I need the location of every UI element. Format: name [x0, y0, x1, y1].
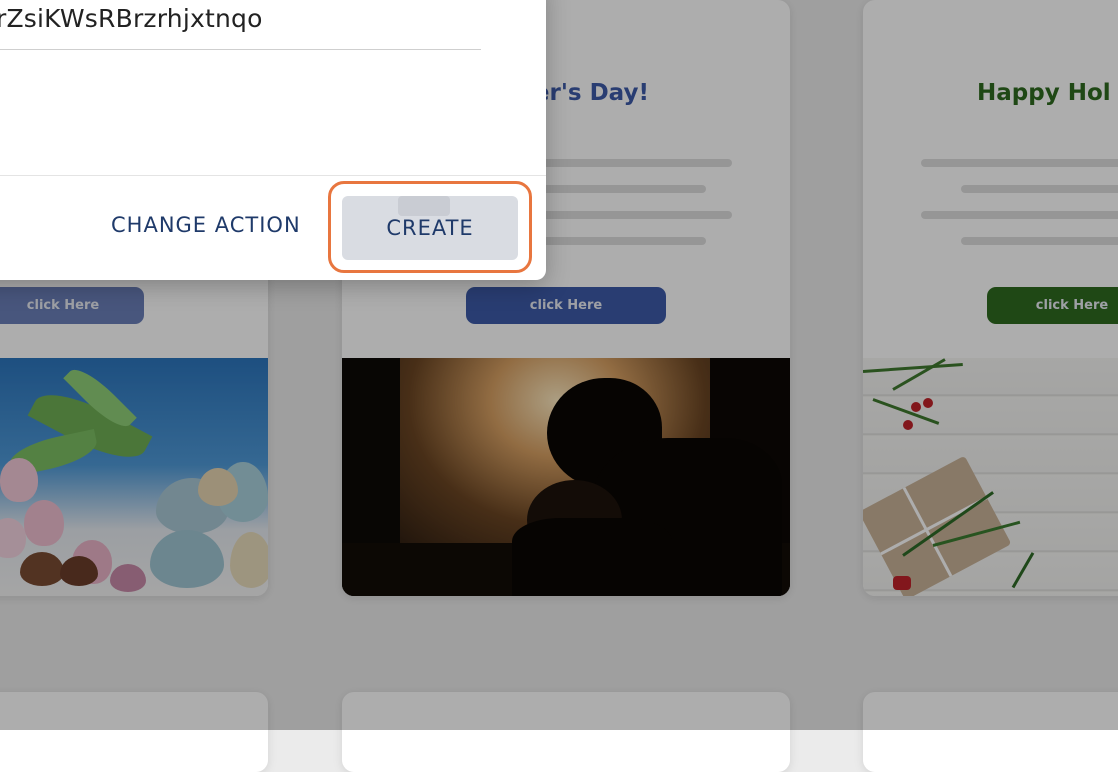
change-action-button[interactable]: CHANGE ACTION [111, 213, 301, 237]
button-ripple [398, 196, 450, 216]
input-underline [0, 49, 481, 50]
create-button-label: CREATE [386, 216, 474, 240]
name-input[interactable]: rZsiKWsRBrzrhjxtnqo [0, 4, 263, 33]
dialog-divider [0, 175, 546, 176]
